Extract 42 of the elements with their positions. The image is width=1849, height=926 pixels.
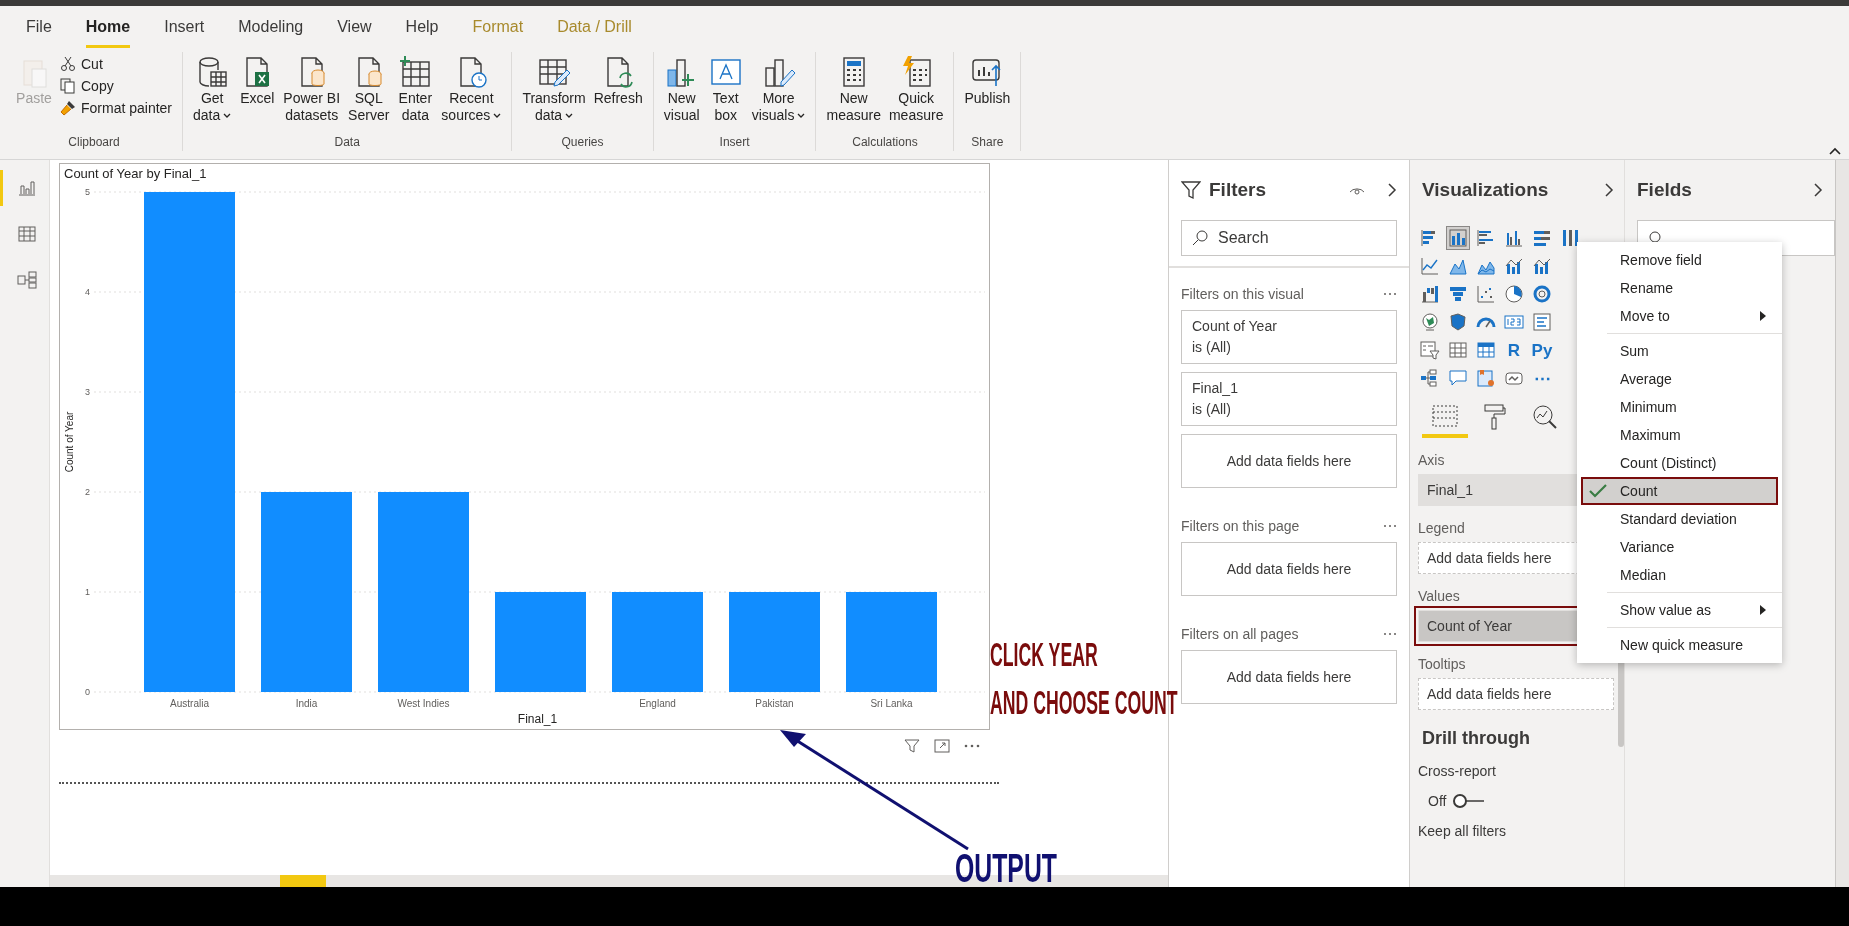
toggle-label: Cross-report	[1418, 763, 1497, 779]
axis-tick-label: West Indies	[397, 698, 450, 709]
group-label: Data	[333, 135, 361, 151]
axis-tick-label: 0	[85, 687, 90, 697]
toggle-state: Off	[1428, 793, 1447, 809]
pane-title: Filters	[1209, 179, 1268, 201]
well-label: Tooltips	[1418, 656, 1467, 672]
section-title: Filters on all pages	[1181, 626, 1299, 642]
toggle-label: Keep all filters	[1418, 823, 1507, 839]
axis-tick-label: 3	[85, 387, 90, 397]
annotation-text: CLICK YEAR	[990, 634, 1098, 675]
axis-tick-label: 5	[85, 187, 90, 197]
axis-tick-label: 4	[85, 287, 90, 297]
chart-title: Count of Year by Final_1	[64, 166, 207, 181]
filter-condition: is (All)	[1192, 339, 1232, 356]
section-title: Drill through	[1422, 728, 1531, 749]
annotation-text: AND CHOOSE COUNT	[990, 682, 1178, 723]
group-label: Clipboard	[67, 135, 121, 151]
well-label: Axis	[1418, 452, 1446, 468]
filter-condition: is (All)	[1192, 401, 1232, 418]
axis-tick-label: England	[639, 698, 676, 709]
axis-tick-label: Pakistan	[755, 698, 794, 709]
section-title: Filters on this page	[1181, 518, 1300, 534]
group-label: Share	[970, 135, 1005, 151]
group-label: Queries	[560, 135, 605, 151]
group-label: Insert	[718, 135, 751, 151]
filter-name: Count of Year	[1192, 318, 1278, 335]
axis-tick-label: India	[295, 698, 318, 709]
group-label: Calculations	[851, 135, 919, 151]
axis-tick-label: 1	[85, 587, 90, 597]
pane-title: Fields	[1637, 179, 1693, 201]
pane-title: Visualizations	[1422, 179, 1550, 201]
axis-tick-label: Sri Lanka	[870, 698, 913, 709]
axis-tick-label: 2	[85, 487, 90, 497]
well-label: Legend	[1418, 520, 1466, 536]
axis-title: Count of Year	[64, 411, 75, 473]
annotation-text: OUTPUT	[955, 846, 1057, 890]
well-label: Values	[1418, 588, 1461, 604]
axis-tick-label: Australia	[170, 698, 209, 709]
filter-name: Final_1	[1192, 380, 1239, 397]
axis-title: Final_1	[517, 712, 558, 726]
section-title: Filters on this visual	[1181, 286, 1304, 302]
